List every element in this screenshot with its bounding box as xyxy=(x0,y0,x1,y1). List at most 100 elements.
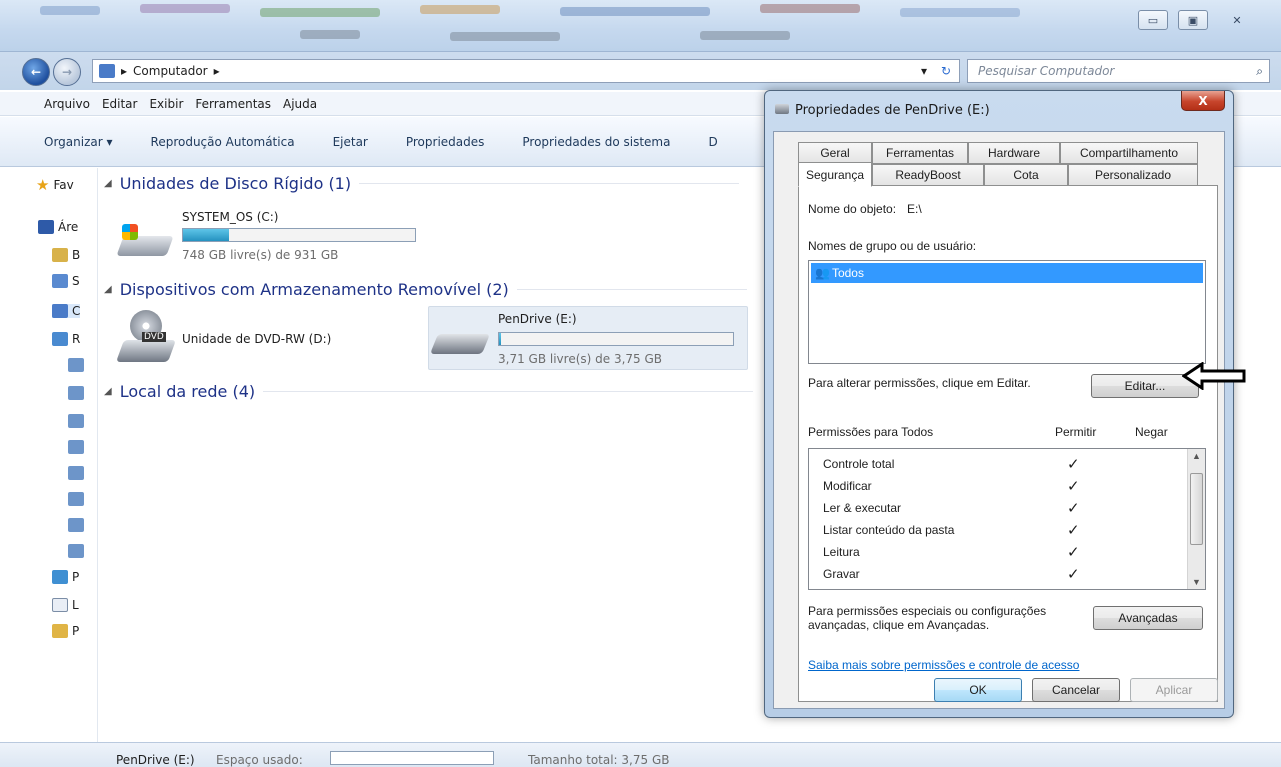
permissions-list[interactable]: Controle total ✓ Modificar ✓ Ler & execu… xyxy=(808,448,1206,590)
allow-check: ✓ xyxy=(1067,478,1080,495)
nav-favorites[interactable]: ★ Fav xyxy=(36,176,74,194)
apply-button[interactable]: Aplicar xyxy=(1130,678,1218,702)
permission-row: Gravar ✓ xyxy=(823,566,1080,583)
network-icon xyxy=(52,332,68,346)
nav-network-pc[interactable] xyxy=(68,518,84,532)
permission-row: Controle total ✓ xyxy=(823,456,1080,473)
group-header-network[interactable]: ◢ Local da rede (4) xyxy=(104,382,754,401)
special-permissions-hint-2: avançadas, clique em Avançadas. xyxy=(808,618,990,632)
scrollbar-thumb[interactable] xyxy=(1190,473,1203,545)
network-computer-icon xyxy=(68,414,84,428)
nav-computer[interactable]: C xyxy=(52,304,81,318)
network-computer-icon xyxy=(68,544,84,558)
drive-c-name[interactable]: SYSTEM_OS (C:) xyxy=(182,210,279,224)
menu-ajuda[interactable]: Ajuda xyxy=(283,97,317,111)
dialog-close-button[interactable]: X xyxy=(1181,91,1225,111)
change-permissions-hint: Para alterar permissões, clique em Edita… xyxy=(808,376,1031,390)
tab-cota[interactable]: Cota xyxy=(984,164,1068,186)
nav-p-folder[interactable]: P xyxy=(52,624,79,638)
navigation-pane: ★ Fav Áre B S C R P L P xyxy=(0,168,98,743)
nav-network-pc[interactable] xyxy=(68,466,84,480)
network-computer-icon xyxy=(68,358,84,372)
network-computer-icon xyxy=(68,440,84,454)
nav-desktop[interactable]: Áre xyxy=(38,220,78,234)
properties-button[interactable]: Propriedades xyxy=(406,135,485,149)
explorer-title-bar: ▭ ▣ ✕ xyxy=(0,0,1281,52)
permissions-label: Permissões para Todos xyxy=(808,425,934,439)
menu-editar[interactable]: Editar xyxy=(102,97,138,111)
dialog-title: Propriedades de PenDrive (E:) xyxy=(795,103,990,118)
group-header-hdd[interactable]: ◢ Unidades de Disco Rígido (1) xyxy=(104,174,740,193)
allow-check: ✓ xyxy=(1067,500,1080,517)
minimize-button[interactable]: ▭ xyxy=(1138,10,1168,30)
tab-compartilhamento[interactable]: Compartilhamento xyxy=(1060,142,1198,164)
allow-header: Permitir xyxy=(1055,425,1097,439)
desktop-icon xyxy=(38,220,54,234)
more-command-button[interactable]: D xyxy=(708,135,717,149)
eject-button[interactable]: Ejetar xyxy=(333,135,368,149)
refresh-icon[interactable]: ↻ xyxy=(941,64,951,78)
users-icon: 👥 xyxy=(815,266,830,280)
nav-network-pc[interactable] xyxy=(68,414,84,428)
permissions-scrollbar[interactable]: ▲ ▼ xyxy=(1187,449,1205,589)
system-properties-button[interactable]: Propriedades do sistema xyxy=(522,135,670,149)
nav-network-pc[interactable] xyxy=(68,358,84,372)
address-dropdown-icon[interactable]: ▾ xyxy=(921,64,927,78)
search-icon[interactable]: ⌕ xyxy=(1256,64,1263,79)
document-icon xyxy=(52,598,68,612)
menu-arquivo[interactable]: Arquivo xyxy=(44,97,90,111)
allow-check: ✓ xyxy=(1067,544,1080,561)
object-name-value: E:\ xyxy=(907,202,922,216)
organize-button[interactable]: Organizar ▾ xyxy=(44,135,113,149)
drive-d-name[interactable]: Unidade de DVD-RW (D:) xyxy=(182,332,331,346)
network-computer-icon xyxy=(68,386,84,400)
scroll-up-icon[interactable]: ▲ xyxy=(1192,451,1201,461)
groups-list[interactable]: 👥 Todos xyxy=(808,260,1206,364)
group-item-todos[interactable]: 👥 Todos xyxy=(811,263,1203,283)
menu-ferramentas[interactable]: Ferramentas xyxy=(195,97,271,111)
nav-l[interactable]: L xyxy=(52,598,79,612)
tab-seguranca[interactable]: Segurança xyxy=(798,162,872,187)
drive-e-name[interactable]: PenDrive (E:) xyxy=(498,312,577,326)
hard-drive-icon xyxy=(116,222,174,262)
nav-network-pc[interactable] xyxy=(68,544,84,558)
ok-button[interactable]: OK xyxy=(934,678,1022,702)
address-bar[interactable]: ▸ Computador ▸ ▾ ↻ xyxy=(92,59,960,83)
permission-row: Leitura ✓ xyxy=(823,544,1080,561)
nav-control-panel[interactable]: P xyxy=(52,570,79,584)
nav-network[interactable]: R xyxy=(52,332,80,346)
nav-libraries[interactable]: B xyxy=(52,248,80,262)
status-usage-bar xyxy=(330,751,494,765)
tab-personalizado[interactable]: Personalizado xyxy=(1068,164,1198,186)
tab-geral[interactable]: Geral xyxy=(798,142,872,164)
folder-icon xyxy=(52,624,68,638)
nav-network-pc[interactable] xyxy=(68,440,84,454)
tab-readyboost[interactable]: ReadyBoost xyxy=(872,164,984,186)
status-total: Tamanho total: 3,75 GB xyxy=(528,753,670,767)
cancel-button[interactable]: Cancelar xyxy=(1032,678,1120,702)
computer-icon xyxy=(99,64,115,78)
autoplay-button[interactable]: Reprodução Automática xyxy=(151,135,295,149)
permission-row: Listar conteúdo da pasta ✓ xyxy=(823,522,1080,539)
properties-dialog: Propriedades de PenDrive (E:) X Geral Fe… xyxy=(764,90,1234,718)
back-button[interactable]: ← xyxy=(22,58,50,86)
breadcrumb-computer[interactable]: Computador xyxy=(133,64,208,78)
nav-network-pc[interactable] xyxy=(68,492,84,506)
group-header-removable[interactable]: ◢ Dispositivos com Armazenamento Removív… xyxy=(104,280,747,299)
advanced-button[interactable]: Avançadas xyxy=(1093,606,1203,630)
search-input[interactable]: Pesquisar Computador ⌕ xyxy=(967,59,1270,83)
forward-button[interactable]: → xyxy=(53,58,81,86)
allow-check: ✓ xyxy=(1067,456,1080,473)
object-name-label: Nome do objeto: xyxy=(808,202,897,216)
menu-exibir[interactable]: Exibir xyxy=(149,97,183,111)
maximize-button[interactable]: ▣ xyxy=(1178,10,1208,30)
scroll-down-icon[interactable]: ▼ xyxy=(1192,577,1201,587)
learn-more-link[interactable]: Saiba mais sobre permissões e controle d… xyxy=(808,658,1079,672)
nav-network-pc[interactable] xyxy=(68,386,84,400)
tab-ferramentas[interactable]: Ferramentas xyxy=(872,142,968,164)
close-window-button[interactable]: ✕ xyxy=(1222,10,1252,30)
tab-hardware[interactable]: Hardware xyxy=(968,142,1060,164)
permission-row: Ler & executar ✓ xyxy=(823,500,1080,517)
network-computer-icon xyxy=(68,466,84,480)
nav-s[interactable]: S xyxy=(52,274,80,288)
